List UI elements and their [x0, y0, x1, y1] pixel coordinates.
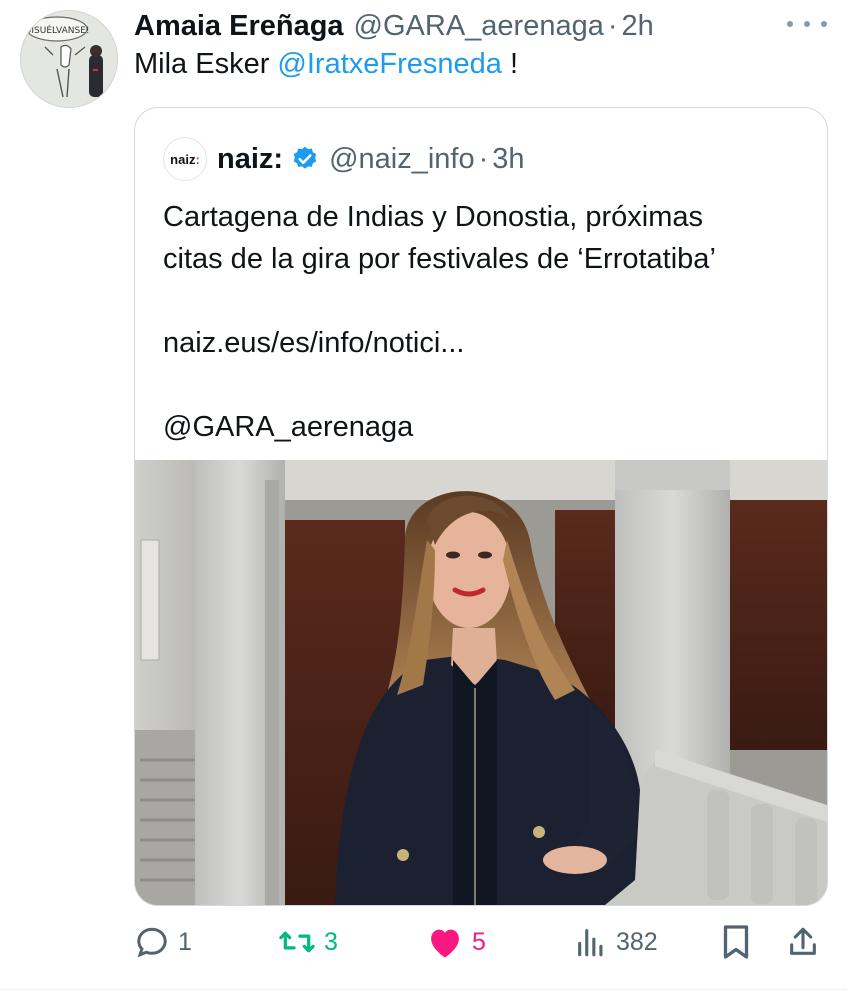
tweet-header: Amaia Ereñaga @GARA_aerenaga · 2h: [134, 6, 827, 46]
quoted-tweet-card[interactable]: naiz: naiz: @naiz_info · 3h Cartagena de…: [134, 107, 828, 906]
svg-text:DISUÉLVANSE!: DISUÉLVANSE!: [24, 24, 89, 36]
share-button[interactable]: [786, 920, 820, 964]
like-button[interactable]: 5: [426, 920, 486, 964]
author-name[interactable]: Amaia Ereñaga: [134, 10, 344, 43]
quoted-link[interactable]: naiz.eus/es/info/notici...: [163, 322, 803, 364]
quoted-avatar-text: naiz: [170, 151, 196, 167]
quoted-tweet-photo[interactable]: [135, 460, 827, 905]
more-dots-icon[interactable]: [787, 12, 827, 36]
more-dot: [804, 21, 810, 27]
quoted-credit[interactable]: @GARA_aerenaga: [163, 406, 803, 448]
divider: [0, 989, 847, 990]
reply-count: 1: [178, 927, 192, 956]
reply-button[interactable]: 1: [134, 920, 192, 964]
more-dot: [821, 21, 827, 27]
quoted-tweet-header: naiz: naiz: @naiz_info · 3h: [163, 136, 525, 182]
views-bar-chart-icon: [578, 929, 603, 957]
reply-icon: [137, 927, 167, 958]
retweet-icon: [279, 931, 315, 953]
avatar-cartoon-image: DISUÉLVANSE!: [21, 11, 117, 107]
views-count: 382: [616, 927, 658, 956]
separator-dot: ·: [607, 9, 618, 42]
quoted-avatar-colon: :: [195, 151, 200, 167]
quoted-body-line: Cartagena de Indias y Donostia, próximas: [163, 201, 704, 233]
quoted-author-handle[interactable]: @naiz_info: [329, 143, 475, 176]
views-button[interactable]: 382: [574, 920, 658, 964]
tweet-action-bar: 1 3 5 382: [134, 920, 826, 964]
verified-badge-icon: [291, 145, 319, 173]
tweet-text: Mila Esker @IratxeFresneda !: [134, 48, 518, 81]
retweet-button[interactable]: 3: [278, 920, 338, 964]
retweet-count: 3: [324, 927, 338, 956]
separator-dot: ·: [478, 142, 489, 175]
photo-woman-portrait: [135, 460, 827, 905]
bookmark-button[interactable]: [720, 920, 752, 964]
quoted-body-line: citas de la gira por festivales de ‘Erro…: [163, 243, 716, 275]
tweet-text-prefix: Mila Esker: [134, 48, 278, 80]
tweet-text-suffix: !: [501, 48, 519, 80]
quoted-author-avatar[interactable]: naiz:: [163, 137, 207, 181]
bookmark-icon: [723, 925, 749, 959]
tweet-timestamp[interactable]: 2h: [622, 10, 654, 43]
quoted-tweet-body: Cartagena de Indias y Donostia, próximas…: [163, 196, 803, 448]
author-avatar[interactable]: DISUÉLVANSE!: [20, 10, 118, 108]
author-handle[interactable]: @GARA_aerenaga: [354, 10, 604, 43]
share-icon: [790, 927, 816, 955]
more-dot: [787, 21, 793, 27]
like-count: 5: [472, 927, 486, 956]
quoted-author-name[interactable]: naiz:: [217, 143, 283, 176]
quoted-tweet-timestamp[interactable]: 3h: [492, 143, 524, 176]
mention-link[interactable]: @IratxeFresneda: [277, 48, 501, 80]
heart-icon: [431, 929, 459, 958]
